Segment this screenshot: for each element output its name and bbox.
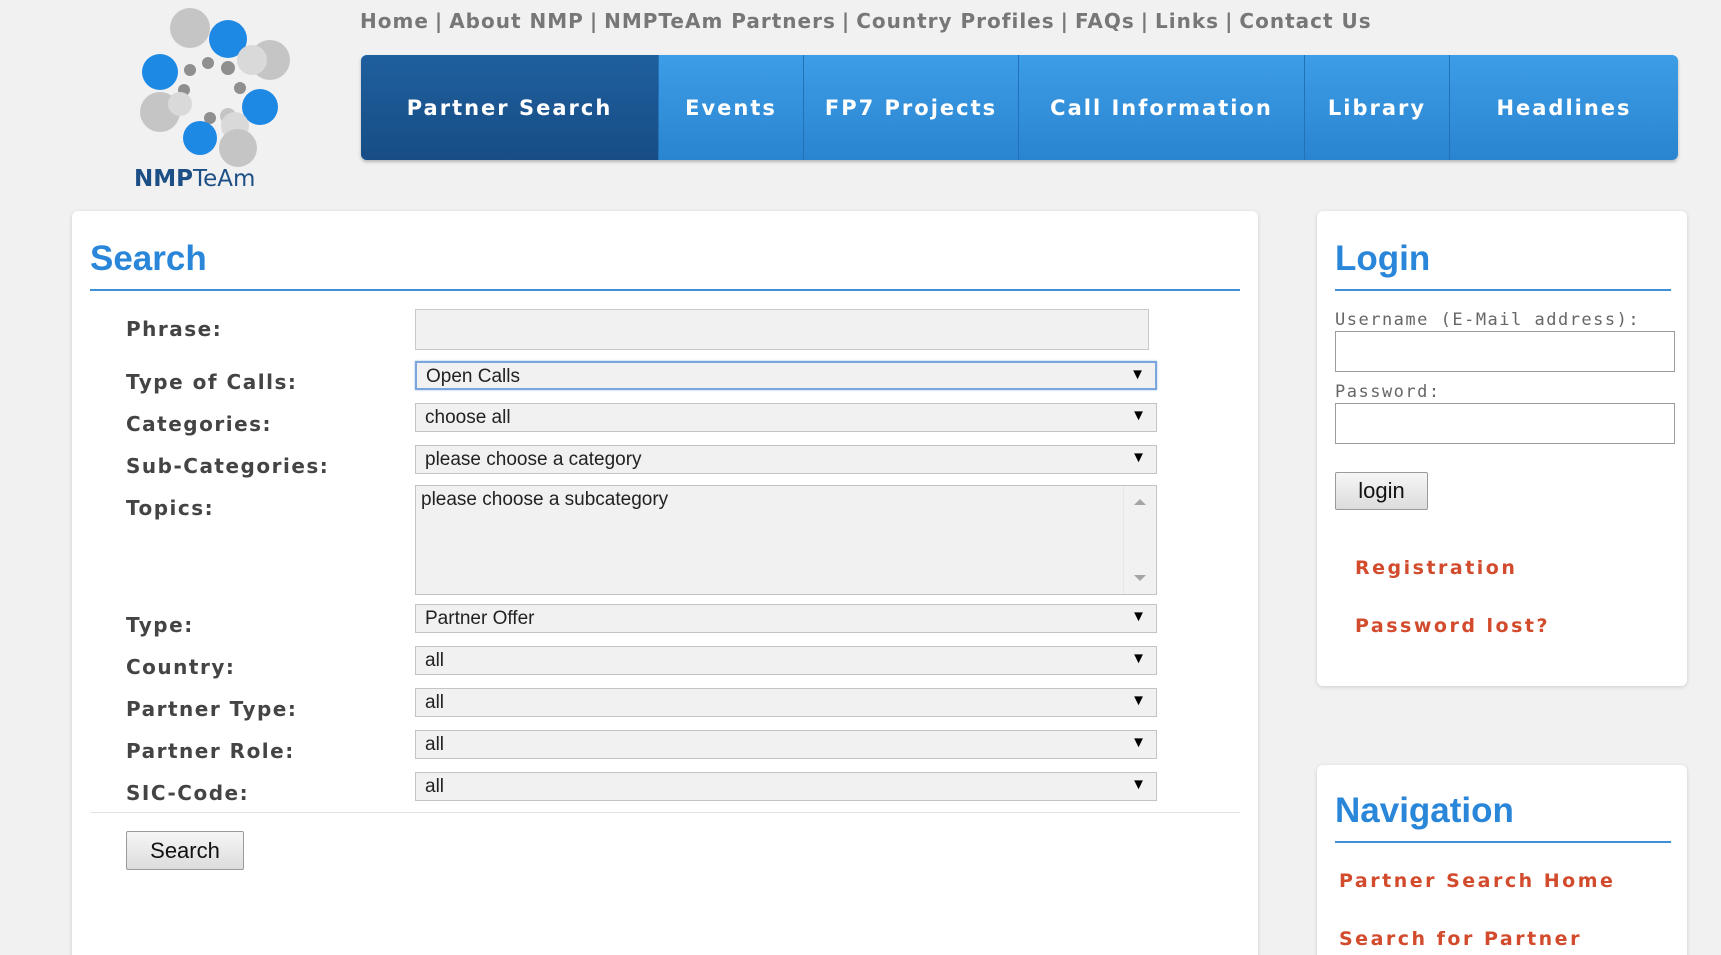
nav-tab-call-information[interactable]: Call Information <box>1019 55 1305 160</box>
separator: | <box>1225 9 1234 33</box>
top-link-contact-us[interactable]: Contact Us <box>1239 9 1371 33</box>
phrase-label: Phrase: <box>126 317 223 341</box>
username-label: Username (E-Mail address): <box>1335 310 1641 330</box>
login-title-rule <box>1335 289 1671 291</box>
top-links-bar: Home | About NMP | NMPTeAm Partners | Country … <box>360 9 1372 33</box>
country-value: all <box>425 650 445 671</box>
country-select[interactable]: all ▼ <box>415 646 1157 675</box>
topics-label: Topics: <box>126 496 215 520</box>
separator: | <box>1060 9 1069 33</box>
partner-type-label: Partner Type: <box>126 697 298 721</box>
type-label: Type: <box>126 613 194 637</box>
nav-tab-partner-search[interactable]: Partner Search <box>361 55 659 160</box>
partner-search-home-link[interactable]: Partner Search Home <box>1339 870 1615 892</box>
separator: | <box>589 9 599 33</box>
type-of-calls-label: Type of Calls: <box>126 370 298 394</box>
separator: | <box>1140 9 1150 33</box>
nav-tab-headlines[interactable]: Headlines <box>1450 55 1678 160</box>
dropdown-arrow-icon: ▼ <box>1131 776 1146 793</box>
dropdown-arrow-icon: ▼ <box>1130 366 1145 383</box>
type-value: Partner Offer <box>425 608 535 629</box>
top-link-links[interactable]: Links <box>1155 9 1219 33</box>
dropdown-arrow-icon: ▼ <box>1131 692 1146 709</box>
nav-tab-library[interactable]: Library <box>1305 55 1450 160</box>
partner-type-value: all <box>425 692 445 713</box>
partner-role-select[interactable]: all ▼ <box>415 730 1157 759</box>
login-panel: Login Username (E-Mail address): Passwor… <box>1317 211 1687 686</box>
dropdown-arrow-icon: ▼ <box>1131 449 1146 466</box>
categories-select[interactable]: choose all ▼ <box>415 403 1157 432</box>
nav-tab-fp7-projects[interactable]: FP7 Projects <box>804 55 1019 160</box>
top-link-home[interactable]: Home <box>360 9 429 33</box>
top-link-about-nmp[interactable]: About NMP <box>449 9 584 33</box>
country-label: Country: <box>126 655 236 679</box>
login-button[interactable]: login <box>1335 472 1428 510</box>
page: NMPTeAm Home | About NMP | NMPTeAm Partners |… <box>0 0 1721 955</box>
dropdown-arrow-icon: ▼ <box>1131 407 1146 424</box>
phrase-input[interactable] <box>415 309 1149 350</box>
logo-bubbles-icon <box>140 8 290 167</box>
categories-label: Categories: <box>126 412 273 436</box>
sic-code-label: SIC-Code: <box>126 781 250 805</box>
type-of-calls-select[interactable]: Open Calls ▼ <box>415 361 1157 390</box>
top-link-faqs[interactable]: FAQs <box>1075 9 1135 33</box>
username-input[interactable] <box>1335 331 1675 372</box>
search-for-partner-link[interactable]: Search for Partner <box>1339 928 1582 950</box>
partner-type-select[interactable]: all ▼ <box>415 688 1157 717</box>
navigation-title-rule <box>1335 841 1671 843</box>
sub-categories-label: Sub-Categories: <box>126 454 330 478</box>
dropdown-arrow-icon: ▼ <box>1131 650 1146 667</box>
partner-role-value: all <box>425 734 445 755</box>
search-button[interactable]: Search <box>126 831 244 870</box>
topics-value: please choose a subcategory <box>421 489 669 510</box>
form-divider <box>90 812 1240 813</box>
search-title: Search <box>90 239 207 278</box>
navigation-panel: Navigation Partner Search Home Search fo… <box>1317 765 1687 955</box>
type-select[interactable]: Partner Offer ▼ <box>415 604 1157 633</box>
dropdown-arrow-icon: ▼ <box>1131 608 1146 625</box>
password-label: Password: <box>1335 382 1441 402</box>
registration-link[interactable]: Registration <box>1355 557 1517 579</box>
separator: | <box>841 9 851 33</box>
separator: | <box>434 9 444 33</box>
password-input[interactable] <box>1335 403 1675 444</box>
search-panel: Search Phrase: Type of Calls: Open Calls… <box>72 211 1258 955</box>
nav-tab-events[interactable]: Events <box>659 55 804 160</box>
navigation-title: Navigation <box>1335 791 1514 830</box>
topics-scrollbar[interactable] <box>1123 486 1156 594</box>
sic-code-value: all <box>425 776 445 797</box>
logo-text: NMPTeAm <box>134 166 256 192</box>
top-link-nmpteam-partners[interactable]: NMPTeAm Partners <box>604 9 836 33</box>
sub-categories-value: please choose a category <box>425 449 642 470</box>
password-lost-link[interactable]: Password lost? <box>1355 615 1550 637</box>
partner-role-label: Partner Role: <box>126 739 295 763</box>
sub-categories-select[interactable]: please choose a category ▼ <box>415 445 1157 474</box>
topics-listbox[interactable]: please choose a subcategory <box>415 485 1157 595</box>
login-title: Login <box>1335 239 1431 278</box>
sic-code-select[interactable]: all ▼ <box>415 772 1157 801</box>
scroll-down-icon[interactable] <box>1134 575 1146 581</box>
categories-value: choose all <box>425 407 511 428</box>
top-link-country-profiles[interactable]: Country Profiles <box>856 9 1054 33</box>
search-title-rule <box>90 289 1240 291</box>
scroll-up-icon[interactable] <box>1134 499 1146 505</box>
type-of-calls-value: Open Calls <box>426 366 520 387</box>
dropdown-arrow-icon: ▼ <box>1131 734 1146 751</box>
main-nav: Partner Search Events FP7 Projects Call … <box>361 55 1678 160</box>
nmpteam-logo[interactable]: NMPTeAm <box>120 8 300 198</box>
